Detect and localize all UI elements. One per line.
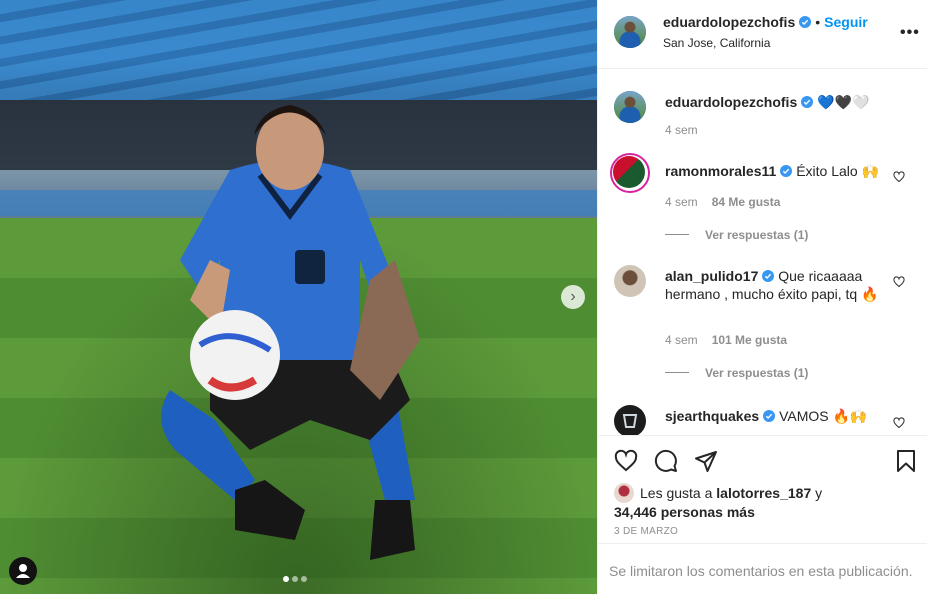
player-photo — [161, 105, 420, 560]
comment-body: alan_pulido17 Que ricaaaaa hermano , muc… — [665, 267, 895, 303]
caption-body: eduardolopezchofis 💙🖤🤍 — [665, 93, 895, 111]
author-avatar[interactable] — [614, 16, 646, 48]
verified-icon — [762, 270, 775, 282]
carousel-dot — [292, 576, 298, 582]
post-date[interactable]: 3 DE MARZO — [614, 526, 678, 537]
verified-icon — [799, 16, 812, 28]
replies-line — [665, 372, 689, 373]
caption-text: 💙🖤🤍 — [817, 94, 870, 110]
comment-text: Éxito Lalo 🙌 — [796, 163, 879, 179]
heart-icon[interactable] — [893, 171, 905, 183]
carousel-dot-active — [283, 576, 289, 582]
verified-icon — [780, 165, 793, 177]
view-replies[interactable]: Ver respuestas (1) — [665, 366, 808, 380]
post-header: eduardolopezchofis • Seguir San Jose, Cali… — [598, 0, 927, 69]
comment-likes[interactable]: 84 Me gusta — [712, 195, 781, 209]
comment-body: ramonmorales11 Éxito Lalo 🙌 — [665, 162, 895, 180]
comments-list[interactable]: eduardolopezchofis 💙🖤🤍 4 sem ramonmorale… — [598, 69, 927, 435]
comment-time[interactable]: 4 sem — [665, 195, 698, 209]
heart-icon[interactable] — [614, 449, 638, 473]
more-icon[interactable]: ••• — [900, 24, 920, 42]
post-actions: Les gusta a lalotorres_187 y 34,446 pers… — [598, 435, 927, 545]
commenter-avatar[interactable] — [614, 405, 646, 435]
comment-username[interactable]: sjearthquakes — [665, 408, 759, 424]
user-tag-icon[interactable] — [9, 557, 37, 585]
post-side-panel: eduardolopezchofis • Seguir San Jose, Cali… — [597, 0, 927, 594]
bookmark-icon[interactable] — [894, 449, 918, 473]
verified-icon — [763, 410, 776, 422]
view-replies[interactable]: Ver respuestas (1) — [665, 228, 808, 242]
likes-prefix: Les gusta a — [640, 485, 713, 501]
liker-avatar[interactable] — [614, 483, 634, 503]
share-icon[interactable] — [694, 449, 718, 473]
comments-disabled-bar: Se limitaron los comentarios en esta pub… — [598, 543, 927, 594]
post-media[interactable]: › — [0, 0, 597, 594]
comment-likes[interactable]: 101 Me gusta — [712, 333, 787, 347]
likes-count[interactable]: 34,446 personas más — [614, 504, 755, 520]
author-line: eduardolopezchofis • Seguir — [663, 14, 868, 30]
carousel-indicator — [283, 576, 307, 582]
chevron-right-icon[interactable]: › — [561, 285, 585, 309]
author-avatar[interactable] — [614, 91, 646, 123]
commenter-avatar[interactable] — [614, 265, 646, 297]
verified-icon — [801, 96, 814, 108]
caption-username[interactable]: eduardolopezchofis — [665, 94, 797, 110]
comment-time[interactable]: 4 sem — [665, 333, 698, 347]
carousel-dot — [301, 576, 307, 582]
commenter-avatar[interactable] — [610, 153, 650, 193]
separator-dot: • — [815, 14, 821, 30]
comment-username[interactable]: ramonmorales11 — [665, 163, 776, 179]
comment-username[interactable]: alan_pulido17 — [665, 268, 758, 284]
stadium-stands — [0, 0, 597, 100]
comment-icon[interactable] — [654, 449, 678, 473]
comment-meta: 4 sem 101 Me gusta — [665, 333, 787, 347]
replies-line — [665, 234, 689, 235]
caption-time[interactable]: 4 sem — [665, 123, 698, 137]
comment-meta: 4 sem 84 Me gusta — [665, 195, 780, 209]
view-replies-label: Ver respuestas (1) — [705, 366, 809, 380]
comments-disabled-text: Se limitaron los comentarios en esta pub… — [609, 563, 913, 579]
liker-username[interactable]: lalotorres_187 — [716, 485, 811, 501]
heart-icon[interactable] — [893, 417, 905, 429]
view-replies-label: Ver respuestas (1) — [705, 228, 809, 242]
heart-icon[interactable] — [893, 276, 905, 288]
author-username[interactable]: eduardolopezchofis — [663, 14, 795, 30]
comment-body: sjearthquakes VAMOS 🔥🙌 — [665, 407, 895, 425]
follow-button[interactable]: Seguir — [824, 14, 868, 30]
post-location[interactable]: San Jose, California — [663, 36, 770, 50]
likes-summary: Les gusta a lalotorres_187 y 34,446 pers… — [614, 483, 822, 521]
likes-joiner: y — [815, 485, 823, 501]
comment-text: VAMOS 🔥🙌 — [779, 408, 868, 424]
